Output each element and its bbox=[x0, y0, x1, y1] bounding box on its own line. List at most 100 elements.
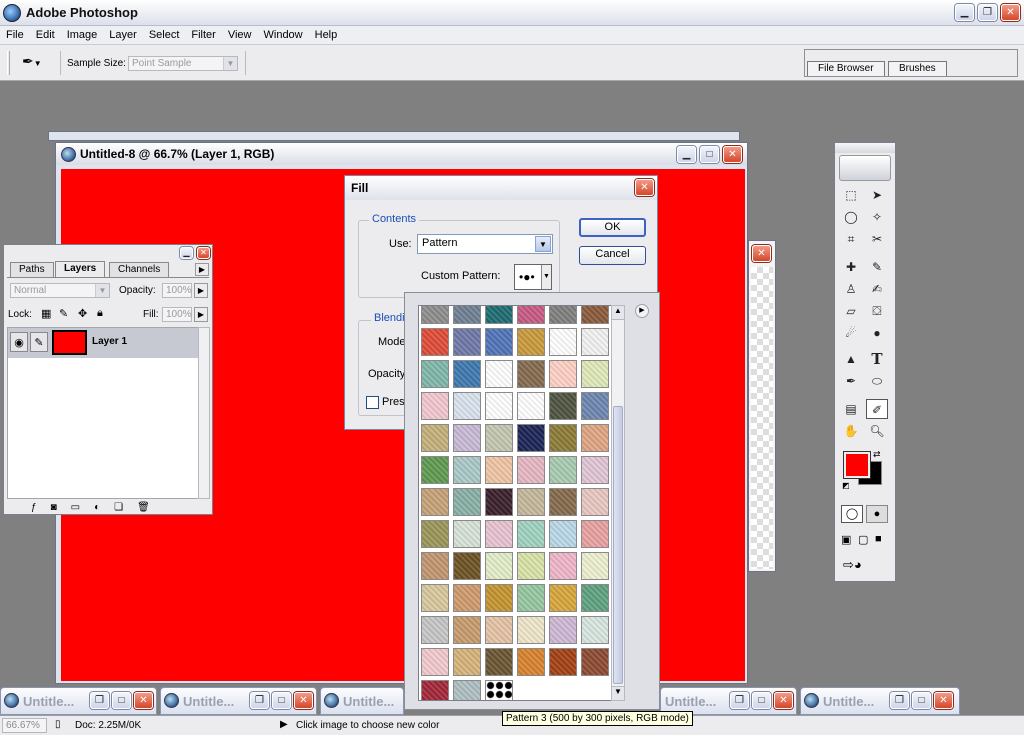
trash-icon[interactable]: 🗑︎ bbox=[137, 502, 150, 513]
pattern-swatch[interactable] bbox=[581, 392, 609, 420]
restore-button[interactable]: ❐ bbox=[730, 692, 749, 709]
pattern-swatch[interactable] bbox=[485, 456, 513, 484]
scroll-thumb[interactable] bbox=[613, 406, 623, 684]
minimize-button[interactable]: ▁ bbox=[180, 247, 193, 259]
pattern-swatch[interactable] bbox=[581, 552, 609, 580]
pattern-swatch[interactable] bbox=[485, 584, 513, 612]
use-select[interactable]: Pattern ▼ bbox=[417, 234, 553, 254]
new-group-icon[interactable]: ▭ bbox=[71, 502, 80, 513]
pattern-swatch[interactable] bbox=[421, 552, 449, 580]
pattern-swatch[interactable] bbox=[485, 616, 513, 644]
tool-preset-picker[interactable]: ✒▼ bbox=[22, 53, 52, 73]
clone-stamp-tool-icon[interactable]: ♙ bbox=[840, 279, 862, 299]
ok-button[interactable]: OK bbox=[579, 218, 646, 237]
preserve-transparency-checkbox[interactable] bbox=[366, 396, 379, 409]
menu-edit[interactable]: Edit bbox=[30, 29, 61, 41]
status-menu-icon[interactable]: ▶ bbox=[280, 719, 288, 730]
pattern-swatch[interactable] bbox=[453, 360, 481, 388]
options-grip[interactable] bbox=[7, 51, 10, 75]
slice-tool-icon[interactable]: ✂ bbox=[866, 229, 888, 249]
pattern-swatch[interactable] bbox=[453, 552, 481, 580]
pattern-swatch[interactable] bbox=[453, 520, 481, 548]
pattern-swatch[interactable] bbox=[517, 306, 545, 324]
layer-style-icon[interactable]: ƒ bbox=[31, 502, 37, 513]
pattern-swatch[interactable] bbox=[453, 616, 481, 644]
close-button[interactable]: ✕ bbox=[134, 692, 153, 709]
pattern-swatch[interactable] bbox=[453, 648, 481, 676]
pattern-swatch[interactable] bbox=[453, 456, 481, 484]
pattern-swatch[interactable] bbox=[453, 328, 481, 356]
healing-brush-tool-icon[interactable]: ✚ bbox=[840, 257, 862, 277]
pattern-swatch[interactable] bbox=[485, 520, 513, 548]
pattern-scrollbar[interactable]: ▲ ▼ bbox=[611, 305, 625, 701]
pattern-swatch[interactable] bbox=[517, 488, 545, 516]
screen-mode-full-menu-icon[interactable]: ▢ bbox=[858, 533, 868, 546]
pattern-swatch[interactable] bbox=[517, 456, 545, 484]
pattern-swatch[interactable] bbox=[421, 520, 449, 548]
pattern-swatch[interactable] bbox=[453, 680, 481, 700]
pattern-swatch[interactable] bbox=[581, 488, 609, 516]
pattern-swatch[interactable] bbox=[421, 360, 449, 388]
maximize-button[interactable]: □ bbox=[272, 692, 291, 709]
pattern-swatch[interactable] bbox=[421, 424, 449, 452]
pattern-swatch[interactable] bbox=[549, 552, 577, 580]
ellipse-tool-icon[interactable]: ⬭ bbox=[866, 371, 888, 391]
menu-file[interactable]: File bbox=[0, 29, 30, 41]
pattern-swatch[interactable] bbox=[485, 306, 513, 324]
pattern-swatch[interactable] bbox=[581, 648, 609, 676]
minimized-window[interactable]: Untitle... bbox=[320, 687, 404, 715]
pattern-swatch[interactable] bbox=[421, 648, 449, 676]
quick-mask-icon[interactable]: ● bbox=[866, 505, 888, 523]
close-button[interactable]: ✕ bbox=[934, 692, 953, 709]
blend-mode-select[interactable]: Normal ▼ bbox=[10, 283, 110, 298]
menu-help[interactable]: Help bbox=[309, 29, 344, 41]
pen-tool-icon[interactable]: ✒ bbox=[840, 371, 862, 391]
pattern-swatch[interactable] bbox=[517, 552, 545, 580]
maximize-button[interactable]: □ bbox=[752, 692, 771, 709]
scroll-down-button[interactable]: ▼ bbox=[612, 686, 624, 700]
sample-size-select[interactable]: Point Sample ▼ bbox=[128, 56, 238, 71]
brush-tool-icon[interactable]: ✎ bbox=[866, 257, 888, 277]
minimized-window[interactable]: Untitle... ❐ □ ✕ bbox=[0, 687, 157, 715]
pattern-swatch[interactable] bbox=[421, 488, 449, 516]
menu-view[interactable]: View bbox=[222, 29, 258, 41]
add-mask-icon[interactable]: ◙ bbox=[51, 502, 57, 513]
lock-move-icon[interactable]: ✥ bbox=[78, 307, 87, 320]
pattern-swatch[interactable] bbox=[549, 456, 577, 484]
cancel-button[interactable]: Cancel bbox=[579, 246, 646, 265]
pattern-swatch[interactable] bbox=[581, 520, 609, 548]
transparent-canvas[interactable] bbox=[751, 267, 773, 569]
pattern-swatch[interactable] bbox=[549, 616, 577, 644]
opacity-slider-button[interactable]: ▶ bbox=[194, 283, 208, 298]
new-layer-icon[interactable]: ❏ bbox=[114, 502, 123, 513]
pattern-swatch[interactable] bbox=[421, 680, 449, 700]
pattern-swatch[interactable] bbox=[485, 552, 513, 580]
pattern-swatch[interactable] bbox=[549, 360, 577, 388]
marquee-tool-icon[interactable]: ⬚ bbox=[840, 185, 862, 205]
pattern-swatch[interactable] bbox=[485, 392, 513, 420]
background-document-window[interactable]: ✕ bbox=[748, 240, 776, 572]
crop-tool-icon[interactable]: ⌗ bbox=[840, 229, 862, 249]
pattern-swatch[interactable] bbox=[421, 392, 449, 420]
lock-brush-icon[interactable]: ✎ bbox=[59, 307, 68, 320]
pattern-swatch[interactable] bbox=[453, 392, 481, 420]
pattern-swatch[interactable] bbox=[549, 488, 577, 516]
pattern-swatch[interactable] bbox=[485, 328, 513, 356]
tab-channels[interactable]: Channels bbox=[109, 262, 170, 277]
lock-all-icon[interactable]: 🔒︎ bbox=[97, 307, 103, 320]
photoshop-logo-icon[interactable] bbox=[839, 155, 891, 181]
history-brush-tool-icon[interactable]: ✍ bbox=[866, 279, 888, 299]
foreground-color-swatch[interactable] bbox=[844, 452, 870, 478]
pattern-swatch[interactable] bbox=[581, 456, 609, 484]
fill-slider-button[interactable]: ▶ bbox=[194, 307, 208, 322]
minimize-button[interactable]: ▁ bbox=[677, 146, 696, 163]
pattern-swatch[interactable] bbox=[581, 328, 609, 356]
menu-select[interactable]: Select bbox=[143, 29, 186, 41]
minimize-button[interactable]: ▁ bbox=[955, 4, 974, 21]
hand-tool-icon[interactable]: ✋ bbox=[840, 421, 862, 441]
pattern-swatch[interactable] bbox=[485, 360, 513, 388]
palette-menu-button[interactable]: ▶ bbox=[195, 263, 209, 276]
pattern-swatch[interactable] bbox=[485, 648, 513, 676]
pattern-swatch[interactable] bbox=[549, 584, 577, 612]
notes-tool-icon[interactable]: ▤ bbox=[840, 399, 862, 419]
